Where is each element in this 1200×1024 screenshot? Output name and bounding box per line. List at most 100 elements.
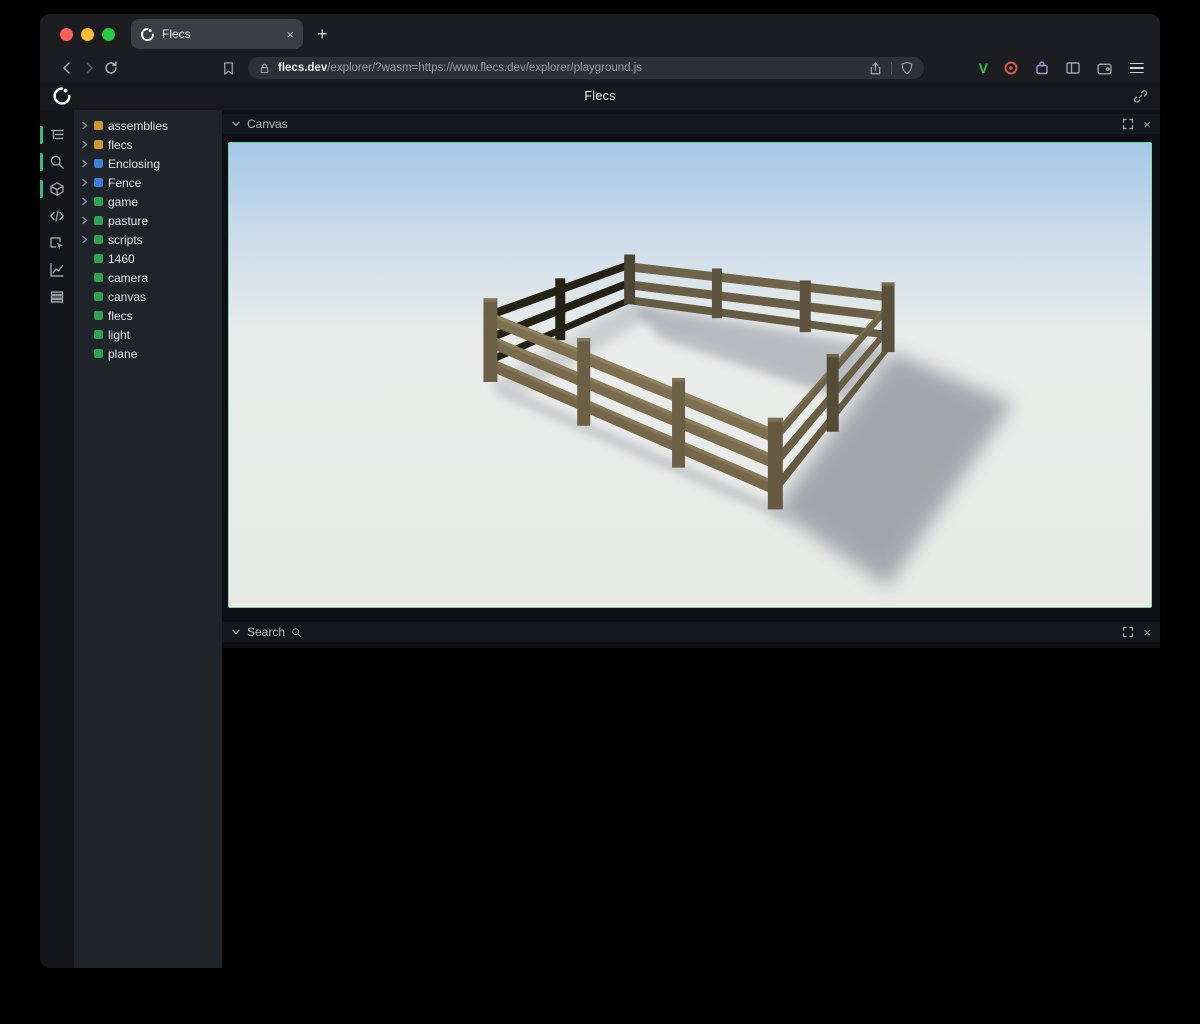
bookmark-icon[interactable] bbox=[218, 61, 238, 76]
collapse-chevron-icon[interactable] bbox=[231, 119, 241, 129]
entity-label: camera bbox=[108, 271, 148, 285]
app-title: Flecs bbox=[584, 89, 615, 103]
sidebar-icon[interactable] bbox=[1065, 60, 1081, 76]
left-icon-rail bbox=[40, 110, 74, 968]
entity-color-square bbox=[94, 121, 103, 130]
extensions-puzzle-icon[interactable] bbox=[1034, 60, 1050, 76]
rail-stats-button[interactable] bbox=[40, 259, 74, 281]
collapse-chevron-icon[interactable] bbox=[231, 627, 241, 637]
window-close-button[interactable] bbox=[60, 28, 73, 41]
entity-label: 1460 bbox=[108, 252, 135, 266]
entity-label: plane bbox=[108, 347, 137, 361]
entity-color-square bbox=[94, 349, 103, 358]
app-header: Flecs bbox=[40, 82, 1160, 110]
back-button[interactable] bbox=[56, 60, 78, 76]
url-path: /explorer/?wasm=https://www.flecs.dev/ex… bbox=[327, 62, 642, 74]
rail-tree-button[interactable] bbox=[40, 124, 74, 146]
canvas-viewport[interactable] bbox=[228, 142, 1152, 608]
tree-item[interactable]: assemblies bbox=[74, 116, 222, 135]
tree-item[interactable]: camera bbox=[74, 268, 222, 287]
reload-button[interactable] bbox=[100, 60, 122, 76]
menu-icon[interactable] bbox=[1130, 63, 1144, 74]
entity-color-square bbox=[94, 197, 103, 206]
tree-item[interactable]: plane bbox=[74, 344, 222, 363]
shield-icon[interactable] bbox=[900, 61, 914, 75]
entity-color-square bbox=[94, 330, 103, 339]
search-panel-title: Search bbox=[247, 625, 285, 639]
entity-label: pasture bbox=[108, 214, 148, 228]
canvas-close-icon[interactable]: × bbox=[1143, 118, 1151, 131]
tab-title: Flecs bbox=[162, 27, 279, 41]
entity-color-square bbox=[94, 292, 103, 301]
browser-tab[interactable]: Flecs × bbox=[131, 19, 303, 49]
tree-item[interactable]: scripts bbox=[74, 230, 222, 249]
entity-label: light bbox=[108, 328, 130, 342]
share-icon[interactable] bbox=[868, 61, 883, 76]
tree-item[interactable]: game bbox=[74, 192, 222, 211]
tree-item[interactable]: 1460 bbox=[74, 249, 222, 268]
entity-label: flecs bbox=[108, 138, 133, 152]
desktop-background: Flecs × + flecs.dev/explorer/?wasm=https… bbox=[0, 0, 1200, 1024]
flecs-favicon-icon bbox=[140, 27, 155, 42]
url-text: flecs.dev/explorer/?wasm=https://www.fle… bbox=[278, 62, 642, 74]
entity-color-square bbox=[94, 273, 103, 282]
tree-item[interactable]: flecs bbox=[74, 306, 222, 325]
v-extension-icon[interactable]: V bbox=[979, 60, 988, 76]
expand-chevron-icon[interactable] bbox=[80, 177, 89, 188]
wallet-icon[interactable] bbox=[1096, 60, 1113, 77]
entity-color-square bbox=[94, 311, 103, 320]
tab-close-icon[interactable]: × bbox=[286, 28, 294, 41]
forward-button[interactable] bbox=[78, 60, 100, 76]
expand-chevron-icon[interactable] bbox=[80, 215, 89, 226]
expand-chevron-icon[interactable] bbox=[80, 139, 89, 150]
window-controls bbox=[60, 28, 115, 41]
fence-3d-render bbox=[229, 143, 1151, 607]
window-minimize-button[interactable] bbox=[81, 28, 94, 41]
search-close-icon[interactable]: × bbox=[1143, 626, 1151, 639]
search-icon bbox=[291, 627, 302, 638]
fullscreen-icon[interactable] bbox=[1122, 626, 1134, 638]
url-bar[interactable]: flecs.dev/explorer/?wasm=https://www.fle… bbox=[248, 57, 924, 79]
rail-memory-button[interactable] bbox=[40, 286, 74, 308]
rail-code-button[interactable] bbox=[40, 205, 74, 227]
tree-item[interactable]: flecs bbox=[74, 135, 222, 154]
tree-item[interactable]: Enclosing bbox=[74, 154, 222, 173]
expand-chevron-icon[interactable] bbox=[80, 158, 89, 169]
rail-cube-button[interactable] bbox=[40, 178, 74, 200]
expand-chevron-icon[interactable] bbox=[80, 120, 89, 131]
tree-item[interactable]: light bbox=[74, 325, 222, 344]
window-zoom-button[interactable] bbox=[102, 28, 115, 41]
entity-label: canvas bbox=[108, 290, 146, 304]
divider bbox=[891, 62, 892, 75]
tree-item[interactable]: canvas bbox=[74, 287, 222, 306]
expand-chevron-icon[interactable] bbox=[80, 234, 89, 245]
flecs-logo-icon bbox=[52, 86, 72, 106]
entity-label: game bbox=[108, 195, 138, 209]
main-panel-area: Canvas × bbox=[222, 110, 1160, 968]
entity-color-square bbox=[94, 216, 103, 225]
app-content: assemblies flecs Enclosing Fence game pa… bbox=[40, 110, 1160, 968]
expand-chevron-icon[interactable] bbox=[80, 196, 89, 207]
entity-color-square bbox=[94, 254, 103, 263]
fullscreen-icon[interactable] bbox=[1122, 118, 1134, 130]
url-host: flecs.dev bbox=[278, 62, 327, 74]
entity-color-square bbox=[94, 178, 103, 187]
address-bar: flecs.dev/explorer/?wasm=https://www.fle… bbox=[40, 54, 1160, 82]
search-panel-body bbox=[222, 648, 1160, 968]
rail-search-button[interactable] bbox=[40, 151, 74, 173]
lock-icon bbox=[258, 62, 271, 75]
rail-inspect-button[interactable] bbox=[40, 232, 74, 254]
search-panel-header[interactable]: Search × bbox=[222, 622, 1160, 642]
canvas-panel-header[interactable]: Canvas × bbox=[222, 114, 1160, 134]
entity-color-square bbox=[94, 235, 103, 244]
entity-tree-panel: assemblies flecs Enclosing Fence game pa… bbox=[74, 110, 222, 968]
browser-window: Flecs × + flecs.dev/explorer/?wasm=https… bbox=[40, 14, 1160, 968]
entity-tree-list: assemblies flecs Enclosing Fence game pa… bbox=[74, 116, 222, 363]
tree-item[interactable]: Fence bbox=[74, 173, 222, 192]
tab-bar: Flecs × + bbox=[40, 14, 1160, 54]
share-link-icon[interactable] bbox=[1133, 89, 1148, 109]
recorder-extension-icon[interactable] bbox=[1003, 60, 1019, 76]
new-tab-button[interactable]: + bbox=[317, 25, 328, 43]
extension-icons: V bbox=[979, 60, 1113, 77]
tree-item[interactable]: pasture bbox=[74, 211, 222, 230]
